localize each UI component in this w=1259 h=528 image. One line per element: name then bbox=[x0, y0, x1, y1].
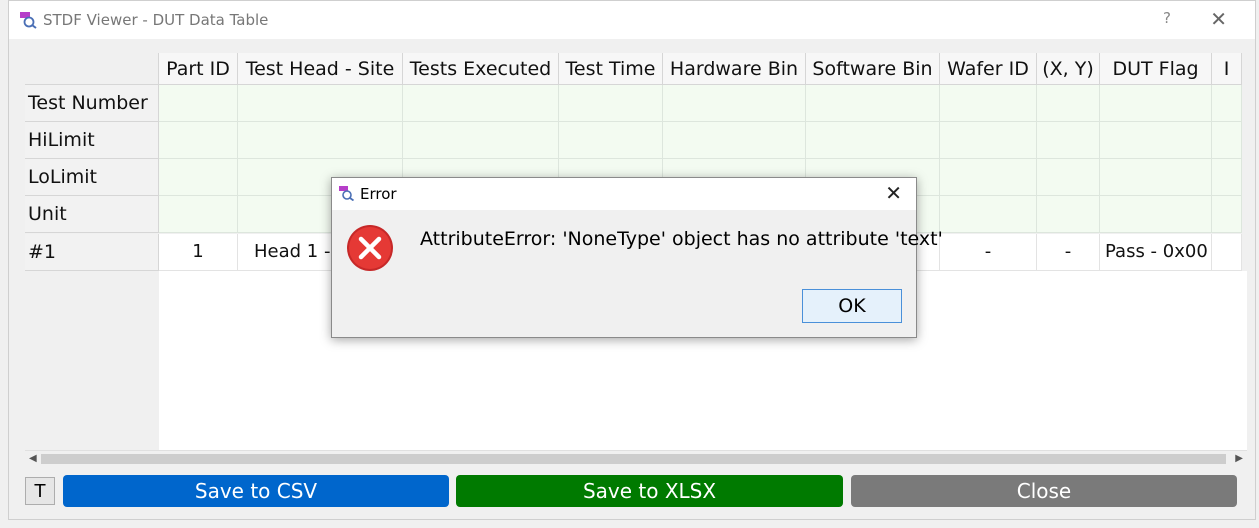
limit-cell[interactable] bbox=[238, 122, 403, 159]
limit-cell[interactable] bbox=[1037, 159, 1100, 196]
save-to-csv-button[interactable]: Save to CSV bbox=[63, 475, 449, 507]
row-header[interactable]: Test Number bbox=[25, 85, 159, 122]
limit-cell[interactable] bbox=[1212, 159, 1242, 196]
error-dialog-title: Error bbox=[360, 185, 397, 203]
limit-cell[interactable] bbox=[806, 85, 940, 122]
limit-cell[interactable] bbox=[159, 159, 238, 196]
limit-cell[interactable] bbox=[1100, 122, 1212, 159]
limit-cell[interactable] bbox=[1037, 85, 1100, 122]
dut-cell[interactable]: 1 bbox=[159, 234, 238, 271]
limit-cell[interactable] bbox=[940, 159, 1037, 196]
error-icon bbox=[347, 225, 393, 271]
window-close-icon[interactable]: ✕ bbox=[1210, 7, 1227, 31]
limit-cell[interactable] bbox=[1037, 122, 1100, 159]
dialog-close-icon[interactable]: ✕ bbox=[885, 181, 902, 205]
dut-cell[interactable]: - bbox=[1037, 234, 1100, 271]
app-magnifier-icon bbox=[20, 12, 37, 29]
limit-cell[interactable] bbox=[159, 85, 238, 122]
limit-cell[interactable] bbox=[940, 85, 1037, 122]
column-header[interactable]: Part ID bbox=[159, 53, 238, 85]
limit-cell[interactable] bbox=[1212, 85, 1242, 122]
column-header[interactable]: DUT Flag bbox=[1100, 53, 1212, 85]
error-dialog-titlebar[interactable]: Error ✕ bbox=[332, 178, 916, 210]
column-header[interactable]: Test Time bbox=[559, 53, 663, 85]
ok-button[interactable]: OK bbox=[802, 289, 902, 323]
column-header[interactable]: Wafer ID bbox=[940, 53, 1037, 85]
window-titlebar[interactable]: STDF Viewer - DUT Data Table ? ✕ bbox=[9, 1, 1255, 39]
limit-cell[interactable] bbox=[1212, 196, 1242, 233]
table-corner bbox=[25, 53, 159, 85]
scrollbar-thumb[interactable] bbox=[41, 454, 1226, 464]
limit-cell[interactable] bbox=[403, 122, 559, 159]
row-header[interactable]: LoLimit bbox=[25, 159, 159, 196]
row-header[interactable]: #1 bbox=[25, 234, 159, 271]
save-to-xlsx-button[interactable]: Save to XLSX bbox=[456, 475, 843, 507]
limit-cell[interactable] bbox=[1100, 196, 1212, 233]
scroll-left-arrow-icon[interactable]: ◀ bbox=[29, 453, 37, 464]
scroll-right-arrow-icon[interactable]: ▶ bbox=[1235, 453, 1243, 464]
column-header[interactable]: I bbox=[1212, 53, 1242, 85]
dut-cell[interactable] bbox=[1212, 234, 1242, 271]
help-button[interactable]: ? bbox=[1163, 9, 1171, 27]
close-button[interactable]: Close bbox=[851, 475, 1237, 507]
limit-cell[interactable] bbox=[159, 122, 238, 159]
dut-cell[interactable]: - bbox=[940, 234, 1037, 271]
dut-cell[interactable]: Pass - 0x00 bbox=[1100, 234, 1212, 271]
row-header-empty-area bbox=[25, 271, 159, 453]
limit-cell[interactable] bbox=[663, 85, 806, 122]
column-header[interactable]: Hardware Bin bbox=[663, 53, 806, 85]
limit-cell[interactable] bbox=[559, 85, 663, 122]
column-header[interactable]: Software Bin bbox=[806, 53, 940, 85]
error-dialog: Error ✕ AttributeError: 'NoneType' objec… bbox=[331, 177, 943, 338]
limit-cell[interactable] bbox=[559, 122, 663, 159]
row-header[interactable]: Unit bbox=[25, 196, 159, 233]
limit-cell[interactable] bbox=[1212, 122, 1242, 159]
column-header[interactable]: Test Head - Site bbox=[238, 53, 403, 85]
column-header[interactable]: Tests Executed bbox=[403, 53, 559, 85]
column-header[interactable]: (X, Y) bbox=[1037, 53, 1100, 85]
limit-cell[interactable] bbox=[238, 85, 403, 122]
error-message: AttributeError: 'NoneType' object has no… bbox=[420, 228, 943, 250]
row-header[interactable]: HiLimit bbox=[25, 122, 159, 159]
app-magnifier-icon bbox=[339, 186, 354, 201]
limit-cell[interactable] bbox=[663, 122, 806, 159]
limit-cell[interactable] bbox=[1037, 196, 1100, 233]
horizontal-scrollbar[interactable]: ◀ ▶ bbox=[25, 450, 1247, 466]
t-button[interactable]: T bbox=[25, 477, 55, 505]
limit-cell[interactable] bbox=[403, 85, 559, 122]
limit-cell[interactable] bbox=[1100, 85, 1212, 122]
limit-cell[interactable] bbox=[806, 122, 940, 159]
window-title: STDF Viewer - DUT Data Table bbox=[43, 11, 269, 29]
limit-cell[interactable] bbox=[159, 196, 238, 233]
limit-cell[interactable] bbox=[940, 122, 1037, 159]
limit-cell[interactable] bbox=[940, 196, 1037, 233]
left-edge-strip bbox=[0, 330, 3, 470]
limit-cell[interactable] bbox=[1100, 159, 1212, 196]
